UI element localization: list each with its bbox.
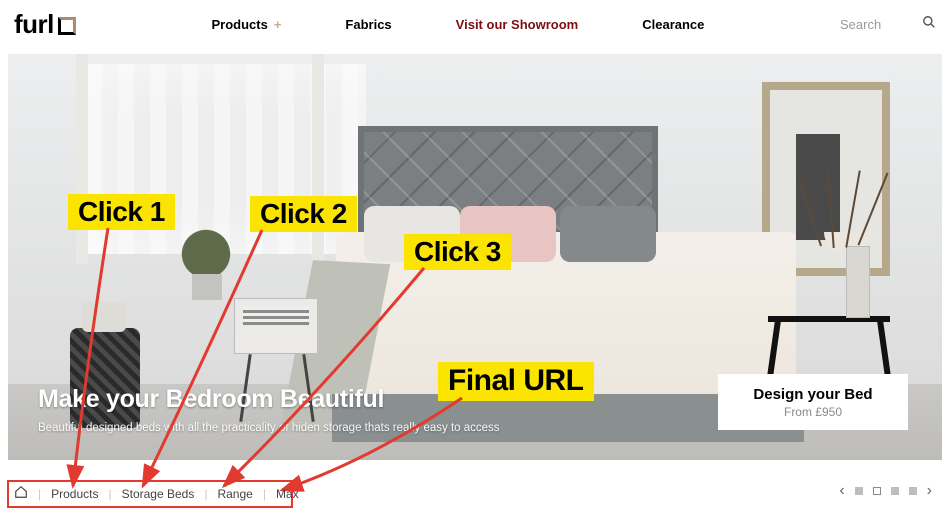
- hero-scene-branches: [798, 170, 898, 260]
- breadcrumb-item-max[interactable]: Max: [276, 487, 299, 501]
- nav-products[interactable]: Products +: [211, 17, 281, 32]
- nav-showroom-label: Visit our Showroom: [456, 17, 579, 32]
- hero-scene-drawer: [243, 307, 309, 325]
- breadcrumb-item-range[interactable]: Range: [217, 487, 252, 501]
- breadcrumb: | Products | Storage Beds | Range | Max: [14, 485, 299, 502]
- hero-scene-sidetable: [768, 316, 890, 322]
- pager-dot-active[interactable]: [873, 487, 881, 495]
- chevron-left-icon[interactable]: ‹: [839, 482, 844, 500]
- nav-clearance[interactable]: Clearance: [642, 17, 704, 32]
- search-icon[interactable]: [922, 15, 936, 34]
- annotation-final-url: Final URL: [438, 362, 594, 401]
- breadcrumb-item-products[interactable]: Products: [51, 487, 98, 501]
- annotation-click1: Click 1: [68, 194, 175, 230]
- design-your-bed-button[interactable]: Design your Bed From £950: [718, 374, 908, 430]
- brand-name: furl: [14, 9, 54, 40]
- breadcrumb-separator: |: [204, 487, 207, 501]
- plus-icon: +: [274, 17, 282, 32]
- annotation-click2: Click 2: [250, 196, 357, 232]
- hero-scene-pillow: [560, 206, 656, 262]
- pager-dot[interactable]: [909, 487, 917, 495]
- brand-mark-icon: [58, 17, 76, 35]
- annotation-click3: Click 3: [404, 234, 511, 270]
- breadcrumb-separator: |: [38, 487, 41, 501]
- breadcrumb-separator: |: [263, 487, 266, 501]
- breadcrumb-item-storage-beds[interactable]: Storage Beds: [122, 487, 195, 501]
- search-group: [840, 15, 936, 34]
- hero-title: Make your Bedroom Beautiful: [38, 385, 500, 414]
- nav-fabrics[interactable]: Fabrics: [345, 17, 391, 32]
- nav-showroom[interactable]: Visit our Showroom: [456, 17, 579, 32]
- nav-clearance-label: Clearance: [642, 17, 704, 32]
- hero-scene-pot: [192, 274, 222, 300]
- pager-dot[interactable]: [891, 487, 899, 495]
- nav-fabrics-label: Fabrics: [345, 17, 391, 32]
- cta-subtitle: From £950: [784, 405, 842, 419]
- site-header: furl Products + Fabrics Visit our Showro…: [0, 0, 950, 48]
- hero-subtitle: Beautiful designed beds with all the pra…: [38, 422, 500, 434]
- breadcrumb-separator: |: [108, 487, 111, 501]
- hero-pager: ‹ ›: [839, 482, 932, 500]
- chevron-right-icon[interactable]: ›: [927, 482, 932, 500]
- cta-title: Design your Bed: [753, 386, 872, 403]
- nav-products-label: Products: [211, 17, 267, 32]
- primary-nav: Products + Fabrics Visit our Showroom Cl…: [76, 17, 840, 32]
- hero-scene-curtain: [312, 54, 324, 264]
- hero-scene-curtain: [76, 54, 88, 264]
- hero-text: Make your Bedroom Beautiful Beautiful de…: [38, 385, 500, 434]
- search-input[interactable]: [840, 17, 912, 32]
- brand-logo[interactable]: furl: [14, 9, 76, 40]
- pager-dot[interactable]: [855, 487, 863, 495]
- hero-scene-nightstand: [234, 298, 318, 354]
- home-icon[interactable]: [14, 485, 28, 502]
